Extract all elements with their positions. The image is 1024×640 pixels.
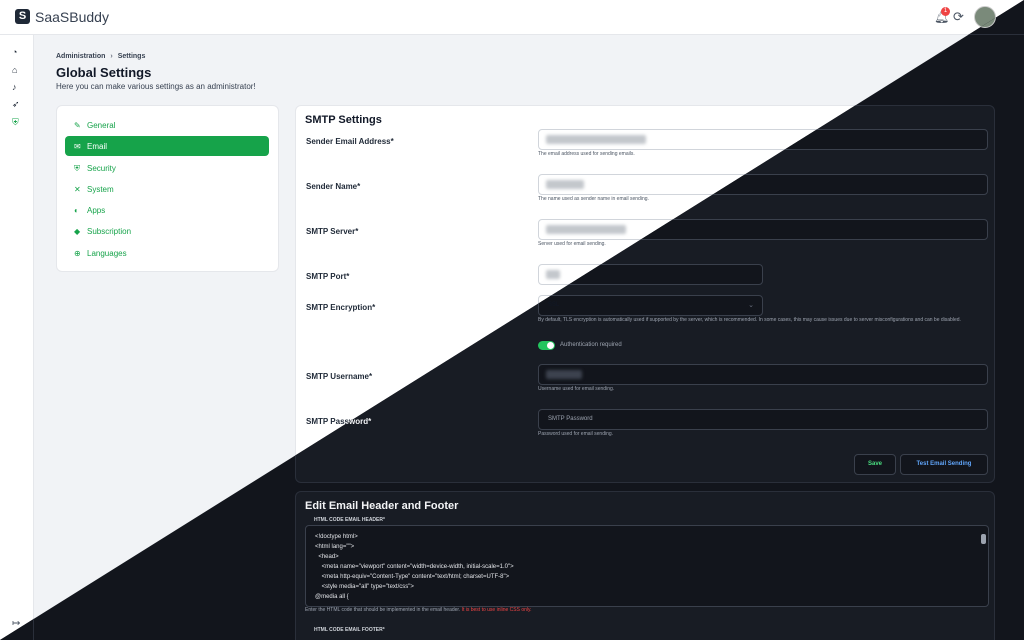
code-line: <meta http-equiv="Content-Type" content=… [315,574,510,580]
app-logo-icon[interactable]: S [15,9,30,24]
redacted-value [546,370,582,379]
breadcrumb: Administration › Settings [56,53,145,60]
redacted-value [546,270,560,279]
email-template-title: Edit Email Header and Footer [305,500,459,512]
editor-scrollbar[interactable] [981,534,986,544]
edit-icon: ✎ [74,121,81,130]
test-email-button[interactable]: Test Email Sending [900,454,988,475]
nav-item-system[interactable]: ✕ System [65,179,269,199]
save-button[interactable]: Save [854,454,896,475]
code-line: <style media="all" type="text/css"> [315,584,414,590]
nav-item-label: Email [87,142,108,151]
nav-item-email[interactable]: ✉ Email [65,136,269,156]
email-header-code-editor[interactable]: <!doctype html> <html lang=""> <head> <m… [305,525,989,607]
page-subtitle: Here you can make various settings as an… [56,82,256,91]
smtp-password-field[interactable]: SMTP Password [538,409,988,430]
dashboard-icon[interactable]: ◔ [12,47,17,57]
shield-icon[interactable]: ⛨ [12,117,19,128]
smtp-server-label: SMTP Server* [306,227,359,236]
redacted-value [546,225,626,234]
refresh-icon[interactable]: ⟳ [953,9,964,25]
smtp-encryption-label: SMTP Encryption* [306,303,376,312]
smtp-encryption-select[interactable]: SSL ⌄ [538,295,763,316]
redacted-value [546,180,584,189]
home-icon[interactable]: ⌂ [12,65,17,75]
code-line: <head> [315,554,339,560]
nav-item-label: Subscription [87,227,132,236]
code-line: <!doctype html> [315,534,358,540]
code-line: <meta name="viewport" content="width=dev… [315,564,514,570]
globe-icon: ⊕ [74,249,81,258]
encryption-value: SSL [548,302,560,308]
nav-item-label: General [87,121,116,130]
authentication-toggle[interactable] [538,341,555,350]
nav-item-label: System [87,185,114,194]
toggle-icon: ◐ [74,206,79,215]
gem-icon: ◆ [74,227,81,236]
sender-email-label: Sender Email Address* [306,137,394,146]
chevron-down-icon: ⌄ [748,302,754,309]
breadcrumb-parent[interactable]: Administration [56,53,105,60]
email-header-note-warning: It is best to use inline CSS only. [461,607,532,613]
email-template-card: Edit Email Header and Footer HTML CODE E… [295,491,995,640]
top-header: S SaaSBuddy 🔔︎ 1 ⟳ [0,0,1024,35]
app-name[interactable]: SaaSBuddy [35,9,109,25]
nav-item-label: Languages [87,249,127,258]
nav-item-label: Apps [87,206,106,215]
sender-name-label: Sender Name* [306,182,361,191]
breadcrumb-separator: › [110,53,113,60]
toggle-knob [547,342,554,349]
tools-icon: ✕ [74,185,81,194]
redacted-value [546,135,646,144]
smtp-password-help: Password used for email sending. [538,431,614,437]
nav-item-security[interactable]: ⛨ Security [65,158,269,178]
smtp-username-help: Username used for email sending. [538,386,615,392]
smtp-encryption-help: By default, TLS encryption is automatica… [538,317,961,323]
code-line: @media all { [315,594,349,600]
breadcrumb-current: Settings [117,53,146,60]
smtp-server-help: Server used for email sending. [538,241,606,247]
email-header-note-text: Enter the HTML code that should be imple… [305,607,461,613]
email-footer-label: HTML CODE EMAIL FOOTER* [314,627,385,633]
nav-item-languages[interactable]: ⊕ Languages [65,243,269,263]
authentication-toggle-label: Authentication required [560,342,622,348]
email-header-note: Enter the HTML code that should be imple… [305,607,532,613]
email-header-label: HTML CODE EMAIL HEADER* [314,517,385,523]
nav-item-apps[interactable]: ◐ Apps [65,200,269,220]
notification-count-badge: 1 [941,7,950,16]
smtp-port-label: SMTP Port* [306,272,350,281]
nav-item-subscription[interactable]: ◆ Subscription [65,221,269,241]
nav-item-label: Security [87,164,116,173]
sender-name-help: The name used as sender name in email se… [538,196,649,202]
left-rail: ◔ ⌂ ♪ ➶ ⛨ [0,35,34,640]
settings-nav: ✎General ✉Email ⛨Security ✕System ◐Apps … [56,105,279,272]
smtp-username-field[interactable] [538,364,988,385]
code-line: <html lang=""> [315,544,355,550]
password-placeholder: SMTP Password [548,416,593,422]
nav-item-general[interactable]: ✎ General [65,115,269,135]
collapse-sidebar-icon[interactable]: ↦ [12,618,20,629]
shield-icon: ⛨ [74,164,80,173]
sender-email-help: The email address used for sending email… [538,151,635,157]
rocket-icon[interactable]: ➶ [12,99,20,110]
envelope-icon: ✉ [74,142,81,151]
smtp-card-title: SMTP Settings [305,114,382,126]
smtp-username-label: SMTP Username* [306,372,373,381]
page-title: Global Settings [56,65,152,80]
bell-icon[interactable]: ♪ [12,82,17,92]
